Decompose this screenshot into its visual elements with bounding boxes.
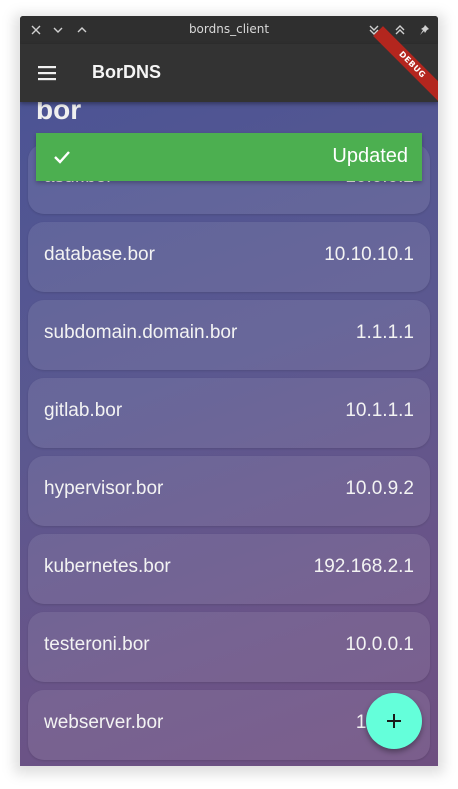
zone-heading: bor [36,102,82,125]
record-ip: 10.0.9.2 [345,478,414,499]
record-ip: 1.1.1.1 [355,322,414,343]
record-name: testeroni.bor [44,634,150,655]
record-ip: 10.0.0.1 [345,634,414,655]
record-ip: 10.10.10.1 [324,244,414,265]
snackbar-message: Updated [332,145,408,167]
record-name: gitlab.bor [44,400,123,421]
record-row[interactable]: testeroni.bor 10.0.0.1 [28,612,430,682]
plus-icon [387,714,401,728]
check-icon [52,147,72,167]
record-row[interactable]: gitlab.bor 10.1.1.1 [28,378,430,448]
app-bar: BorDNS DEBUG [20,26,438,104]
window-titlebar[interactable]: bordns_client [20,16,438,44]
record-name: subdomain.domain.bor [44,322,238,343]
record-ip: 192.168.2.1 [313,556,414,577]
record-name: kubernetes.bor [44,556,171,577]
shade-up-icon[interactable] [392,22,408,38]
record-row[interactable]: subdomain.domain.bor 1.1.1.1 [28,300,430,370]
app-window: bordns_client BorDNS DEBUG bor asdf.bor … [20,16,438,766]
pin-icon[interactable] [416,22,432,38]
record-row[interactable]: kubernetes.bor 192.168.2.1 [28,534,430,604]
record-name: database.bor [44,244,155,265]
main-content[interactable]: bor asdf.bor 10.0.0.2 database.bor 10.10… [20,102,438,766]
record-row[interactable]: hypervisor.bor 10.0.9.2 [28,456,430,526]
record-ip: 10.1.1.1 [345,400,414,421]
record-name: webserver.bor [44,712,164,733]
record-name: hypervisor.bor [44,478,164,499]
add-record-button[interactable] [366,693,422,749]
record-row[interactable]: database.bor 10.10.10.1 [28,222,430,292]
snackbar: Updated [36,133,422,181]
app-title: BorDNS [92,62,162,82]
hamburger-menu-icon[interactable] [36,63,58,83]
